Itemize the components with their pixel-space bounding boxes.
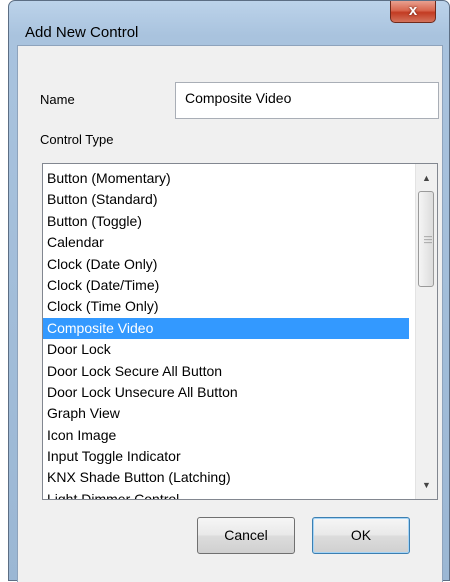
- list-item[interactable]: Door Lock: [43, 339, 409, 360]
- dialog-window: Add New Control x Name Composite Video C…: [8, 0, 450, 582]
- control-type-list[interactable]: Button (Momentary) Button (Standard) Butto…: [42, 163, 438, 500]
- up-arrow-icon[interactable]: ▲: [416, 168, 437, 188]
- close-icon: x: [408, 2, 418, 19]
- list-item[interactable]: Door Lock Secure All Button: [43, 361, 409, 382]
- list-item[interactable]: Composite Video: [43, 317, 409, 340]
- scroll-thumb[interactable]: — — —: [418, 191, 434, 287]
- list-item[interactable]: Clock (Date/Time): [43, 275, 409, 296]
- dialog-title: Add New Control: [25, 24, 139, 41]
- list-items: Button (Momentary) Button (Standard) Butto…: [43, 168, 409, 499]
- list-item[interactable]: Clock (Time Only): [43, 296, 409, 317]
- list-item[interactable]: Calendar: [43, 232, 409, 253]
- title-bar[interactable]: Add New Control x: [9, 1, 449, 45]
- list-item[interactable]: KNX Shade Button (Latching): [43, 467, 409, 488]
- list-item[interactable]: Icon Image: [43, 425, 409, 446]
- control-type-label: Control Type: [40, 132, 114, 147]
- list-item[interactable]: Button (Toggle): [43, 211, 409, 232]
- list-item[interactable]: Input Toggle Indicator: [43, 446, 409, 467]
- list-item[interactable]: Button (Momentary): [43, 168, 409, 189]
- grip-icon: — — —: [424, 232, 432, 247]
- list-item[interactable]: Button (Standard): [43, 189, 409, 210]
- list-item[interactable]: Graph View: [43, 403, 409, 424]
- list-item[interactable]: Clock (Date Only): [43, 254, 409, 275]
- close-button[interactable]: x: [390, 1, 436, 23]
- name-label: Name: [40, 92, 75, 107]
- name-input[interactable]: Composite Video: [175, 82, 439, 119]
- list-item[interactable]: Door Lock Unsecure All Button: [43, 382, 409, 403]
- down-arrow-icon[interactable]: ▼: [416, 475, 437, 495]
- vertical-scrollbar[interactable]: ▲ — — — ▼: [415, 164, 437, 499]
- cancel-button[interactable]: Cancel: [197, 517, 295, 554]
- dialog-body: Name Composite Video Control Type Button…: [17, 45, 443, 582]
- ok-button[interactable]: OK: [312, 517, 410, 554]
- list-item[interactable]: Light Dimmer Control: [43, 489, 409, 499]
